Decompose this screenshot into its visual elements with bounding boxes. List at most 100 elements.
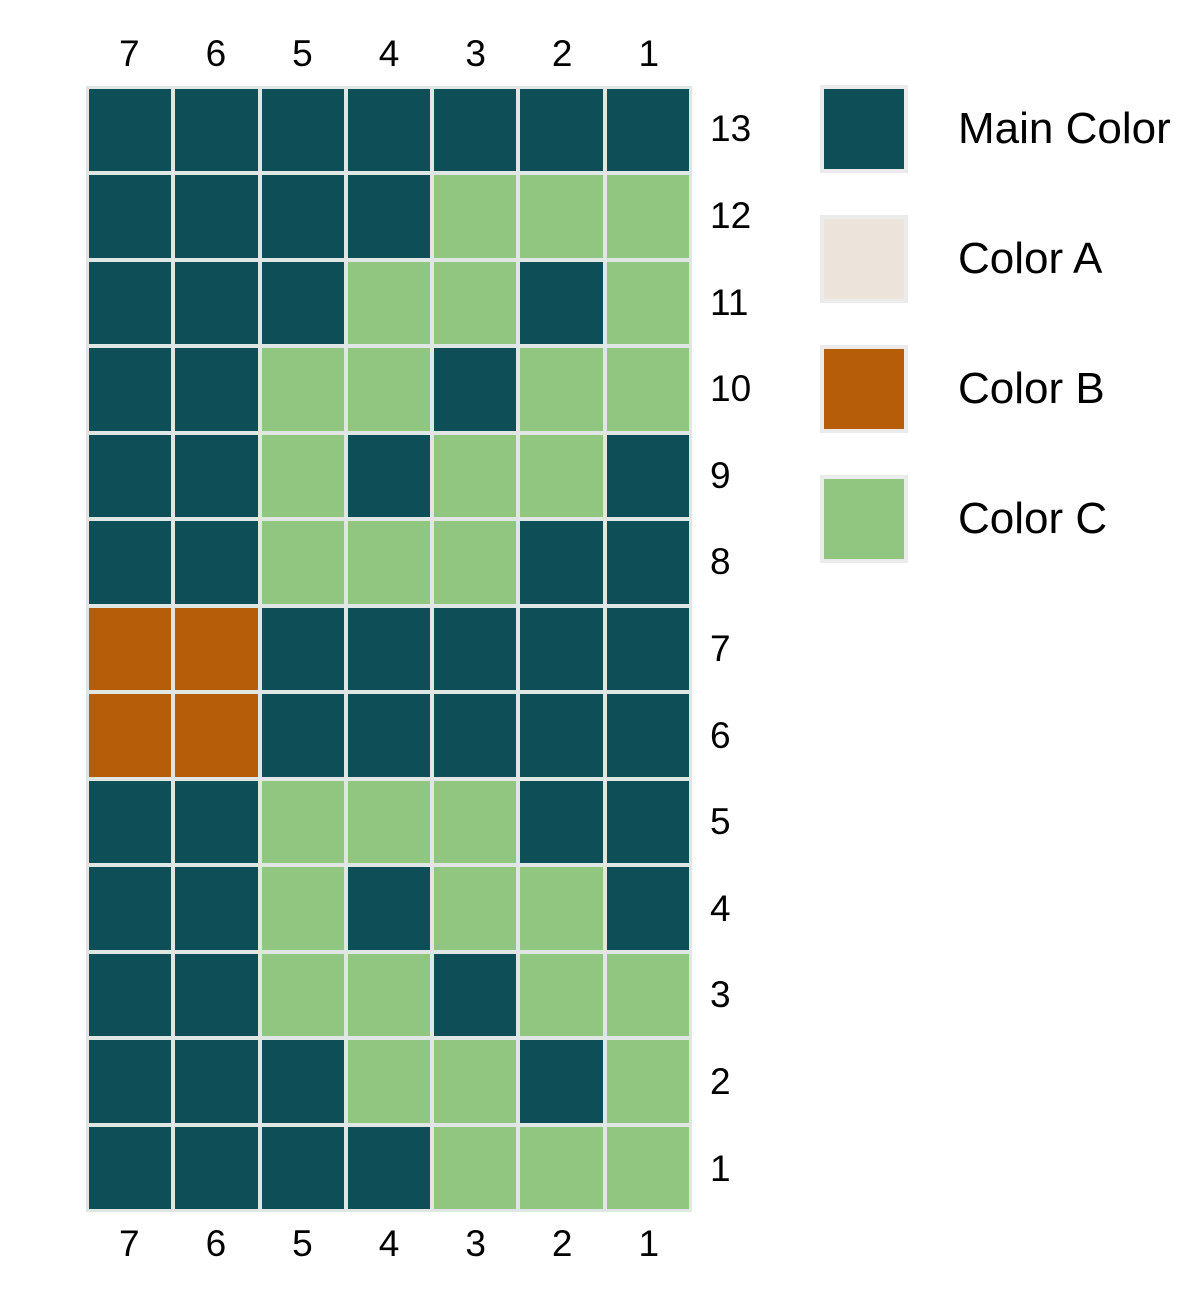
heatmap-cell-r3-c1 (606, 953, 689, 1037)
chart-root: 7 6 5 4 3 2 1 13 12 11 10 9 8 7 6 5 4 3 2 1 7 6 5 4 3 2 1 Main C… (0, 0, 1200, 1299)
heatmap-cell-r6-c3 (434, 694, 517, 777)
heatmap-cell-r6-c7 (89, 694, 172, 777)
y-tick-10: 10 (710, 368, 752, 410)
y-tick-11: 11 (710, 281, 749, 323)
heatmap-cell-r7-c7 (89, 607, 172, 691)
heatmap-cell-r7-c1 (606, 607, 689, 691)
heatmap-cell-r7-c2 (520, 607, 603, 691)
heatmap-cell-r5-c5 (261, 780, 344, 864)
heatmap-cell-r12-c6 (175, 175, 258, 258)
heatmap-cell-r12-c7 (89, 175, 172, 258)
heatmap-cell-r5-c4 (347, 780, 431, 864)
x-tick-bottom-5: 5 (292, 1223, 313, 1264)
legend-swatch-box-2 (820, 345, 908, 433)
heatmap-cell-r3-c4 (347, 953, 431, 1037)
heatmap-cell-r1-c3 (434, 1126, 517, 1209)
heatmap-cell-r7-c4 (347, 607, 431, 691)
legend-item-0: Main Color (820, 85, 1200, 173)
heatmap-cell-r9-c4 (347, 434, 431, 518)
heatmap-cell-r9-c5 (261, 434, 344, 518)
legend-label-0: Main Color (958, 104, 1171, 153)
x-tick-bottom-7: 7 (119, 1223, 140, 1264)
legend-swatch-box-0 (820, 85, 908, 173)
heatmap-cell-r9-c1 (606, 434, 689, 518)
y-tick-3: 3 (710, 974, 731, 1016)
heatmap-cell-r2-c3 (434, 1040, 517, 1123)
heatmap-cell-r10-c5 (261, 348, 344, 431)
x-tick-top-5: 5 (292, 33, 313, 74)
legend-label-3: Color C (958, 494, 1108, 543)
heatmap-cell-r7-c6 (175, 607, 258, 691)
legend-item-2: Color B (820, 345, 1200, 433)
heatmap-cell-r13-c6 (175, 89, 258, 172)
heatmap-cell-r11-c3 (434, 261, 517, 345)
legend-swatch-box-1 (820, 215, 908, 303)
heatmap-cell-r8-c5 (261, 521, 344, 604)
heatmap-cell-r9-c7 (89, 434, 172, 518)
heatmap-cell-r4-c1 (606, 867, 689, 950)
heatmap-cell-r10-c4 (347, 348, 431, 431)
heatmap-cell-r12-c4 (347, 175, 431, 258)
x-tick-top-2: 2 (551, 33, 573, 74)
heatmap-cell-r3-c5 (261, 953, 344, 1037)
x-tick-top-4: 4 (378, 33, 400, 74)
heatmap-cell-r2-c7 (89, 1040, 172, 1123)
heatmap-cell-r5-c1 (606, 780, 689, 864)
heatmap-grid-background (86, 86, 692, 1212)
x-axis-top-tick-labels: 7 6 5 4 3 2 1 (86, 28, 692, 80)
heatmap-cell-r4-c3 (434, 867, 517, 950)
heatmap-cell-r1-c7 (89, 1126, 172, 1209)
heatmap-cell-r1-c1 (606, 1126, 689, 1209)
legend-item-1: Color A (820, 215, 1200, 303)
heatmap-cell-r11-c4 (347, 261, 431, 345)
heatmap-cell-r10-c3 (434, 348, 517, 431)
heatmap-cell-r10-c1 (606, 348, 689, 431)
legend: Main Color Color A Color B Color C (820, 85, 1200, 606)
y-tick-12: 12 (710, 194, 752, 236)
x-tick-bottom-4: 4 (378, 1223, 400, 1264)
legend-swatch-0 (824, 89, 904, 169)
y-tick-4: 4 (710, 887, 731, 929)
heatmap-cell-r7-c5 (261, 607, 344, 691)
legend-item-3: Color C (820, 475, 1200, 563)
heatmap-cell-r6-c5 (261, 694, 344, 777)
heatmap-cell-r5-c6 (175, 780, 258, 864)
x-tick-bottom-3: 3 (465, 1223, 486, 1264)
heatmap-cell-r10-c7 (89, 348, 172, 431)
heatmap-cell-r8-c1 (606, 521, 689, 604)
heatmap-cell-r11-c1 (606, 261, 689, 345)
y-tick-9: 9 (710, 454, 731, 496)
heatmap-cell-r8-c2 (520, 521, 603, 604)
heatmap-cell-r4-c4 (347, 867, 431, 950)
heatmap-cell-r6-c2 (520, 694, 603, 777)
heatmap-cell-r8-c7 (89, 521, 172, 604)
legend-swatch-2 (824, 349, 904, 429)
heatmap-cell-r4-c5 (261, 867, 344, 950)
heatmap-plot-area: 7 6 5 4 3 2 1 13 12 11 10 9 8 7 6 5 4 3 2 1 7 6 5 4 3 2 1 (0, 0, 800, 1299)
heatmap-cell-r9-c6 (175, 434, 258, 518)
y-tick-1: 1 (710, 1147, 731, 1189)
heatmap-cell-r2-c4 (347, 1040, 431, 1123)
y-tick-5: 5 (710, 801, 731, 843)
x-tick-top-3: 3 (465, 33, 486, 74)
heatmap-cell-r13-c4 (347, 89, 431, 172)
heatmap-cell-r13-c7 (89, 89, 172, 172)
legend-label-2: Color B (958, 364, 1105, 413)
heatmap-cell-r3-c2 (520, 953, 603, 1037)
heatmap-cell-r13-c2 (520, 89, 603, 172)
x-tick-top-7: 7 (119, 33, 140, 74)
heatmap-grid (86, 86, 692, 1212)
legend-label-1: Color A (958, 234, 1103, 283)
heatmap-cell-r13-c3 (434, 89, 517, 172)
heatmap-cell-r3-c7 (89, 953, 172, 1037)
heatmap-cell-r1-c4 (347, 1126, 431, 1209)
heatmap-cell-r11-c6 (175, 261, 258, 345)
heatmap-cell-r7-c3 (434, 607, 517, 691)
x-tick-top-6: 6 (205, 33, 227, 74)
x-tick-bottom-6: 6 (205, 1223, 227, 1264)
heatmap-cell-r6-c1 (606, 694, 689, 777)
legend-swatch-1 (824, 219, 904, 299)
x-tick-top-1: 1 (638, 33, 660, 74)
heatmap-cell-r1-c5 (261, 1126, 344, 1209)
heatmap-cell-r12-c3 (434, 175, 517, 258)
